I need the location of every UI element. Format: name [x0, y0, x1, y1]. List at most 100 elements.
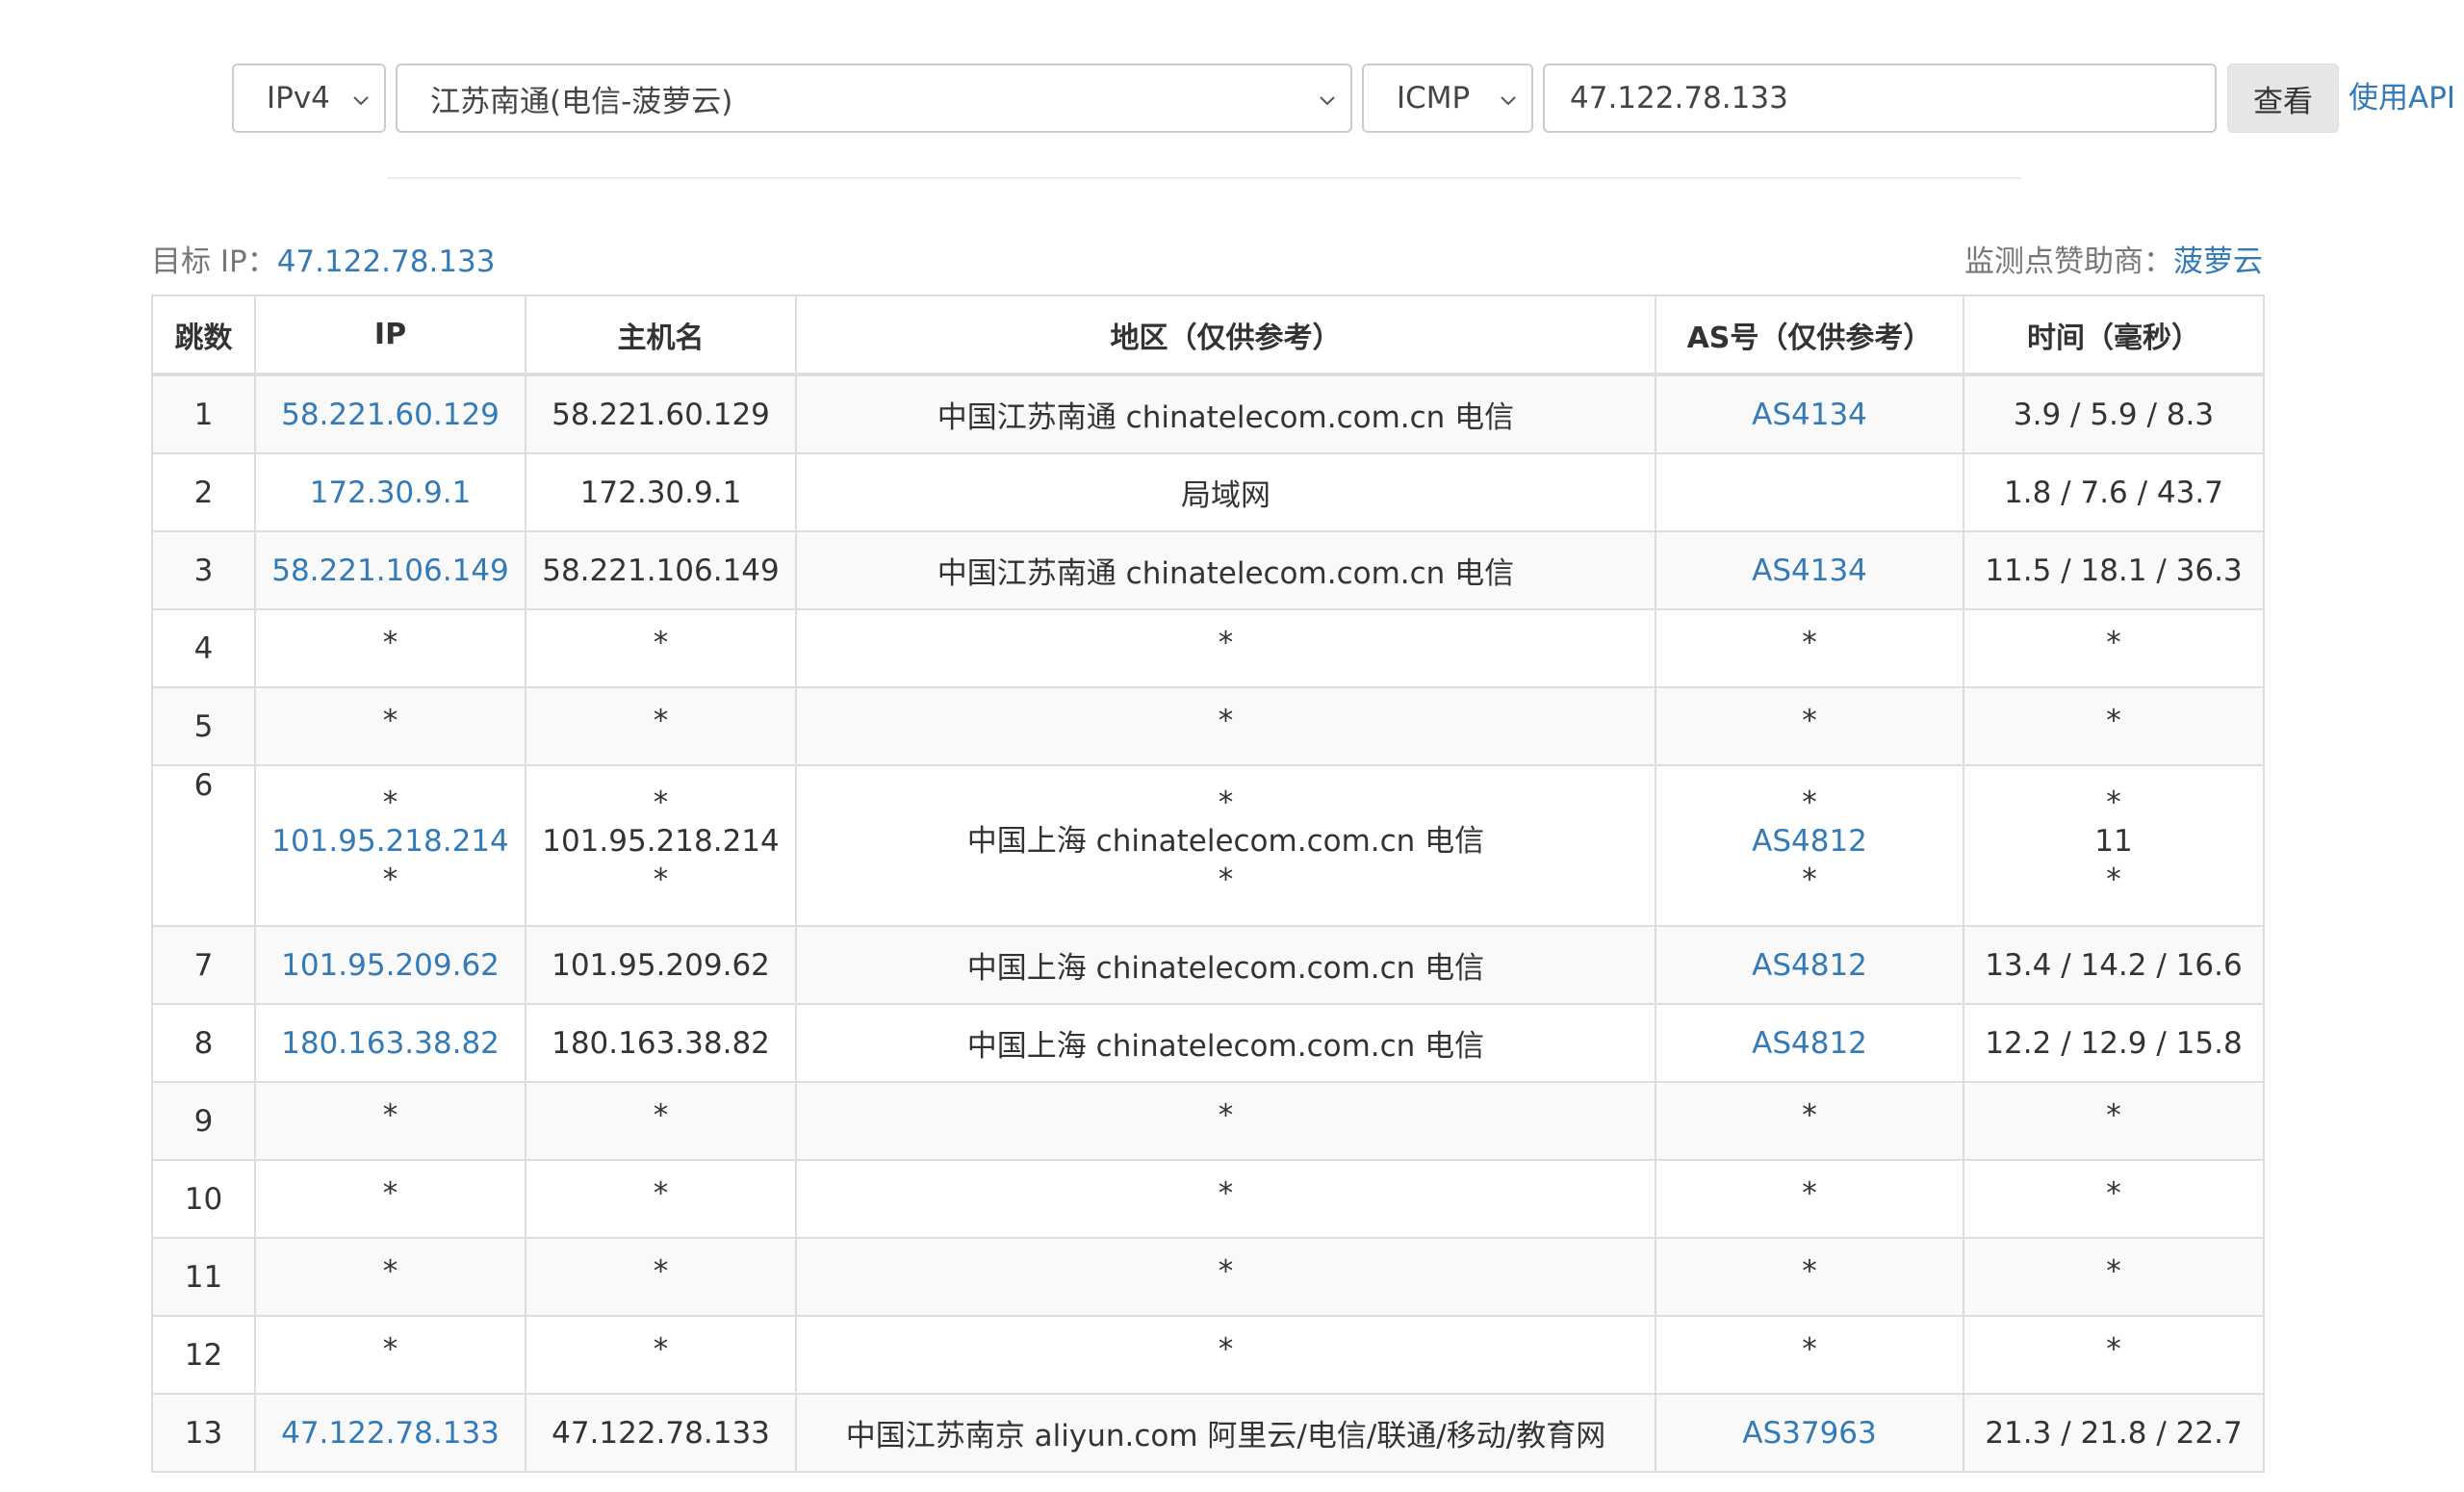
time-cell: 1.8 / 7.6 / 43.7 [1963, 452, 2265, 532]
ip-link[interactable]: 58.221.106.149 [271, 553, 509, 588]
hostname-cell: * 101.95.218.214 * [525, 764, 797, 927]
asn-cell: * [1802, 1097, 1817, 1133]
hostname-cell: 58.221.60.129 [525, 373, 797, 454]
asn-cell: * AS4812 * [1655, 764, 1964, 927]
time-cell: * [2106, 1331, 2121, 1367]
table-row: 13 47.122.78.133 47.122.78.133 中国江苏南京 al… [151, 1393, 2265, 1473]
probe-value: * [2106, 785, 2121, 820]
region-cell: * [1218, 1175, 1234, 1211]
hostname-cell: 180.163.38.82 [525, 1003, 797, 1083]
asn-cell: * [1802, 1175, 1817, 1211]
table-row: 10 * * * * * [151, 1159, 2265, 1239]
asn-link[interactable]: AS4812 [1752, 948, 1867, 983]
header-hop: 跳数 [151, 295, 256, 376]
ip-link[interactable]: 58.221.60.129 [281, 398, 500, 432]
time-cell: * [2106, 1253, 2121, 1289]
node-value: 江苏南通(电信-菠萝云) [430, 84, 733, 119]
protocol-select[interactable]: ICMP [1362, 64, 1533, 133]
region-cell: * [1218, 625, 1234, 660]
asn-link[interactable]: AS4134 [1752, 398, 1867, 432]
hostname-cell: * [653, 1175, 669, 1211]
time-cell: * [2106, 1097, 2121, 1133]
region-cell: * [1218, 1331, 1234, 1367]
ip-link[interactable]: 47.122.78.133 [281, 1416, 500, 1451]
ip-cell: * 101.95.218.214 * [254, 764, 526, 927]
probe-value: * [2106, 862, 2121, 897]
hop-cell: 1 [151, 373, 256, 454]
region-cell: 中国江苏南京 aliyun.com 阿里云/电信/联通/移动/教育网 [795, 1393, 1656, 1473]
table-row: 8 180.163.38.82 180.163.38.82 中国上海 china… [151, 1003, 2265, 1083]
table-row: 3 58.221.106.149 58.221.106.149 中国江苏南通 c… [151, 530, 2265, 610]
hostname-cell: * [653, 1253, 669, 1289]
hostname-cell: 101.95.209.62 [525, 925, 797, 1005]
target-ip-link[interactable]: 47.122.78.133 [277, 244, 496, 279]
traceroute-table: 跳数 IP 主机名 地区（仅供参考） AS号（仅供参考） 时间（毫秒） 1 58… [151, 295, 2265, 1473]
chevron-down-icon [1497, 89, 1520, 112]
hop-cell: 13 [151, 1393, 256, 1473]
table-row: 11 * * * * * [151, 1237, 2265, 1317]
asn-link[interactable]: AS37963 [1742, 1416, 1877, 1451]
time-cell: 13.4 / 14.2 / 16.6 [1963, 925, 2265, 1005]
probe-value: 11 [2094, 824, 2133, 859]
ip-cell: * [382, 703, 398, 738]
ip-link[interactable]: 180.163.38.82 [281, 1026, 500, 1061]
header-region: 地区（仅供参考） [795, 295, 1656, 376]
asn-cell: * [1802, 703, 1817, 738]
hop-cell: 2 [151, 452, 256, 532]
region-cell: 中国江苏南通 chinatelecom.com.cn 电信 [795, 373, 1656, 454]
time-cell: * [2106, 703, 2121, 738]
region-cell: * [1218, 1253, 1234, 1289]
hostname-cell: 47.122.78.133 [525, 1393, 797, 1473]
time-cell: * [2106, 1175, 2121, 1211]
search-button[interactable]: 查看 [2227, 64, 2339, 133]
region-cell: * [1218, 703, 1234, 738]
hop-cell: 10 [151, 1159, 256, 1239]
ip-cell: * [382, 625, 398, 660]
node-select[interactable]: 江苏南通(电信-菠萝云) [396, 64, 1352, 133]
ip-link[interactable]: 172.30.9.1 [310, 476, 472, 510]
api-link[interactable]: 使用API [2348, 73, 2455, 116]
ip-cell: * [382, 1253, 398, 1289]
sponsor-info: 监测点赞助商：菠萝云 [1964, 237, 2263, 280]
header-time: 时间（毫秒） [1963, 295, 2265, 376]
ip-version-select[interactable]: IPv4 [232, 64, 386, 133]
table-row: 2 172.30.9.1 172.30.9.1 局域网 1.8 / 7.6 / … [151, 452, 2265, 532]
hop-cell: 5 [151, 686, 256, 766]
hostname-cell: 58.221.106.149 [525, 530, 797, 610]
protocol-value: ICMP [1397, 81, 1471, 116]
ip-version-value: IPv4 [267, 81, 330, 116]
probe-value: * [382, 785, 398, 820]
asn-link[interactable]: AS4812 [1752, 1026, 1867, 1061]
sponsor-label: 监测点赞助商： [1964, 244, 2173, 279]
hostname-cell: * [653, 703, 669, 738]
time-cell: 11.5 / 18.1 / 36.3 [1963, 530, 2265, 610]
hop-cell: 9 [151, 1081, 256, 1161]
ip-cell: * [382, 1175, 398, 1211]
hop-cell: 11 [151, 1237, 256, 1317]
target-input-value: 47.122.78.133 [1570, 81, 1788, 116]
region-cell: * 中国上海 chinatelecom.com.cn 电信 * [795, 764, 1656, 927]
sponsor-link[interactable]: 菠萝云 [2173, 244, 2263, 279]
region-cell: 中国上海 chinatelecom.com.cn 电信 [795, 925, 1656, 1005]
target-input[interactable]: 47.122.78.133 [1543, 64, 2217, 133]
probe-value: * [653, 862, 669, 897]
asn-cell: * [1802, 625, 1817, 660]
asn-cell: * [1802, 1253, 1817, 1289]
asn-cell: * [1802, 1331, 1817, 1367]
ip-link[interactable]: 101.95.218.214 [271, 824, 509, 859]
time-cell: 21.3 / 21.8 / 22.7 [1963, 1393, 2265, 1473]
hop-cell: 3 [151, 530, 256, 610]
query-toolbar: IPv4 江苏南通(电信-菠萝云) ICMP 47.122.78.133 查看 … [0, 64, 2464, 135]
table-row: 4 * * * * * [151, 608, 2265, 688]
asn-link[interactable]: AS4134 [1752, 553, 1867, 588]
asn-link[interactable]: AS4812 [1752, 824, 1867, 859]
probe-value: 中国上海 chinatelecom.com.cn 电信 [966, 824, 1485, 859]
ip-link[interactable]: 101.95.209.62 [281, 948, 500, 983]
hostname-cell: * [653, 1097, 669, 1133]
hop-cell: 4 [151, 608, 256, 688]
header-hostname: 主机名 [525, 295, 797, 376]
probe-value: * [1218, 785, 1234, 820]
divider [387, 177, 2021, 179]
hop-cell: 7 [151, 925, 256, 1005]
region-cell: * [1218, 1097, 1234, 1133]
